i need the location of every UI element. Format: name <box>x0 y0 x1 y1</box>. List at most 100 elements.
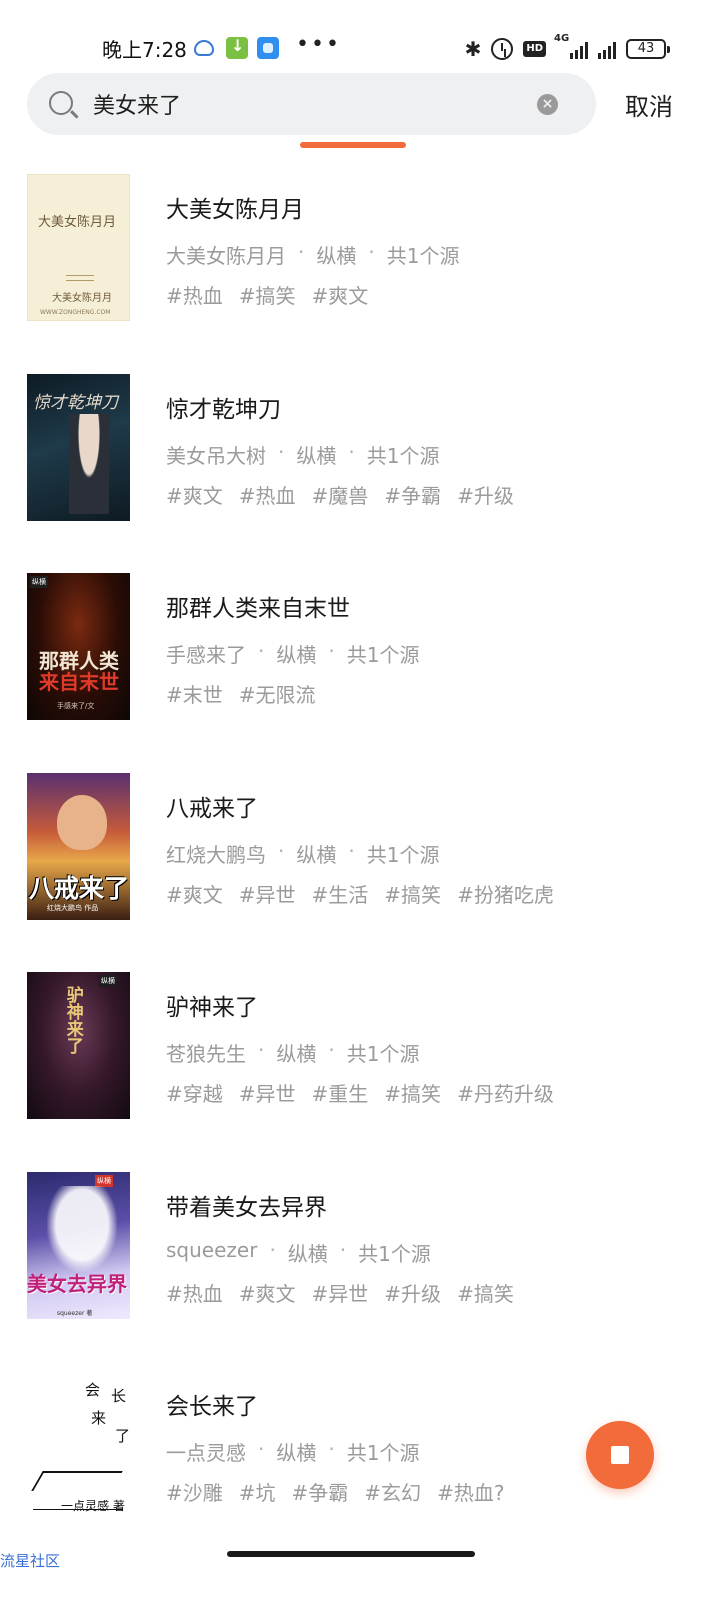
tag: #魔兽 <box>311 483 369 508</box>
book-tags: #沙雕 #坑 #争霸 #玄幻 #热血? <box>166 1477 504 1506</box>
search-box[interactable]: × <box>27 73 596 135</box>
tag: #爽文 <box>238 1281 296 1306</box>
watermark: 流星社区 <box>0 1552 61 1570</box>
cover-ornament <box>66 275 94 281</box>
tag: #热血 <box>166 1281 223 1306</box>
result-item[interactable]: 大美女陈月月 大美女陈月月 WWW.ZONGHENG.COM 大美女陈月月 大美… <box>0 172 720 372</box>
result-list: 大美女陈月月 大美女陈月月 WWW.ZONGHENG.COM 大美女陈月月 大美… <box>0 172 720 1569</box>
cover-author: 红烧大鹏鸟 作品 <box>47 903 99 912</box>
book-author: 美女吊大树 <box>166 443 266 468</box>
cloud-icon <box>194 40 214 56</box>
book-title: 驴神来了 <box>166 995 258 1021</box>
tag: #搞笑 <box>384 1082 442 1106</box>
book-cover: 惊才乾坤刀 <box>27 373 130 521</box>
result-item[interactable]: 惊才乾坤刀 惊才乾坤刀 美女吊大树 · 纵横 · 共1个源 #爽文 #热血 #魔兽 … <box>0 372 720 572</box>
tag: #升级 <box>457 483 514 508</box>
book-tags: #热血 #爽文 #异世 #升级 #搞笑 <box>166 1278 514 1307</box>
search-icon <box>49 91 73 115</box>
book-category: 纵横 <box>276 1042 317 1066</box>
tag: #爽文 <box>311 284 369 308</box>
tag: #无限流 <box>238 683 316 707</box>
book-author: 大美女陈月月 <box>166 244 286 268</box>
book-author: 手感来了 <box>166 643 246 667</box>
cover-title: 驴神来了 <box>62 986 83 1054</box>
book-cover: 纵横 那群人类 来自末世 手感来了/文 <box>27 573 130 720</box>
cover-author: 一点灵感 著 <box>61 1499 125 1513</box>
tag: #丹药升级 <box>457 1082 554 1106</box>
tag: #热血 <box>238 483 296 508</box>
result-item[interactable]: 八戒来了 红烧大鹏鸟 作品 八戒来了 红烧大鹏鸟 · 纵横 · 共1个源 #爽文 #… <box>0 771 720 971</box>
tag: #沙雕 <box>166 1481 223 1505</box>
cover-char: 长 <box>111 1387 127 1405</box>
tag: #热血? <box>437 1481 505 1505</box>
book-meta: squeezer · 纵横 · 共1个源 <box>166 1237 431 1266</box>
book-category: 纵横 <box>287 1241 328 1266</box>
result-item[interactable]: 纵横 美女去异界 squeezer 著 带着美女去异界 squeezer · 纵横… <box>0 1170 720 1370</box>
cellular-signal-2-icon <box>598 39 616 59</box>
hd-voice-icon: HD <box>523 41 546 57</box>
app-notification-icon <box>257 37 279 59</box>
battery-icon: 43 <box>626 39 670 59</box>
book-category: 纵横 <box>276 1441 317 1465</box>
book-tags: #末世 #无限流 <box>166 679 316 708</box>
book-meta: 大美女陈月月 · 纵横 · 共1个源 <box>166 240 460 268</box>
tag: #扮猪吃虎 <box>457 882 554 907</box>
cover-title: 八戒来了 <box>29 873 130 903</box>
book-author: squeezer <box>166 1237 258 1262</box>
book-tags: #热血 #搞笑 #爽文 <box>166 280 368 309</box>
cover-author: 手感来了/文 <box>57 702 95 710</box>
search-input[interactable] <box>93 73 513 135</box>
cover-figure <box>47 1185 117 1272</box>
book-author: 苍狼先生 <box>166 1042 246 1066</box>
book-cover: 八戒来了 红烧大鹏鸟 作品 <box>27 772 130 920</box>
clear-icon[interactable]: × <box>537 94 558 115</box>
cover-title: 美女去异界 <box>27 1271 127 1296</box>
tag: #玄幻 <box>364 1481 422 1505</box>
book-cover: 纵横 美女去异界 squeezer 著 <box>27 1171 130 1319</box>
tag: #升级 <box>384 1281 442 1306</box>
cover-badge: 纵横 <box>30 576 48 588</box>
book-meta: 一点灵感 · 纵横 · 共1个源 <box>166 1437 420 1465</box>
more-notifications-icon: ••• <box>296 32 341 57</box>
search-row: × 取消 <box>27 73 693 137</box>
tag: #争霸 <box>291 1481 349 1505</box>
book-sources: 共1个源 <box>346 1042 420 1066</box>
book-title: 会长来了 <box>166 1394 258 1420</box>
book-meta: 红烧大鹏鸟 · 纵横 · 共1个源 <box>166 838 440 867</box>
book-sources: 共1个源 <box>366 443 440 468</box>
cancel-button[interactable]: 取消 <box>625 87 673 122</box>
tag: #争霸 <box>384 483 442 508</box>
result-item[interactable]: 纵横 驴神来了 驴神来了 苍狼先生 · 纵横 · 共1个源 #穿越 #异世 #重生 … <box>0 970 720 1170</box>
book-sources: 共1个源 <box>346 643 420 667</box>
result-item[interactable]: 纵横 那群人类 来自末世 手感来了/文 那群人类来自末世 手感来了 · 纵横 · 共… <box>0 571 720 771</box>
book-sources: 共1个源 <box>386 244 460 268</box>
cover-char: 了 <box>115 1427 130 1445</box>
cover-title: 大美女陈月月 <box>38 215 117 230</box>
book-meta: 苍狼先生 · 纵横 · 共1个源 <box>166 1038 420 1066</box>
tag: #末世 <box>166 683 223 707</box>
book-cover: 大美女陈月月 大美女陈月月 WWW.ZONGHENG.COM <box>27 174 130 321</box>
book-sources: 共1个源 <box>346 1441 420 1465</box>
cover-author: 大美女陈月月 <box>52 293 112 304</box>
alarm-icon <box>491 38 514 60</box>
cover-char: 会 <box>85 1381 101 1399</box>
cover-badge: 纵横 <box>99 975 117 987</box>
cover-title: 惊才乾坤刀 <box>33 392 118 413</box>
book-tags: #爽文 #异世 #生活 #搞笑 #扮猪吃虎 <box>166 879 554 908</box>
home-indicator[interactable] <box>227 1551 475 1557</box>
stop-search-button[interactable] <box>586 1421 654 1489</box>
tag: #爽文 <box>166 882 223 907</box>
book-category: 纵横 <box>296 842 337 867</box>
status-bar: 晚上7:28 ••• ✱ HD 4G 43 <box>0 0 720 70</box>
tag: #搞笑 <box>384 882 442 907</box>
tag: #搞笑 <box>457 1281 514 1306</box>
status-indicators: ✱ HD 4G 43 <box>465 33 670 62</box>
book-tags: #穿越 #异世 #重生 #搞笑 #丹药升级 <box>166 1078 554 1107</box>
cover-figure <box>69 413 109 514</box>
tag: #异世 <box>311 1281 369 1306</box>
cover-baseline <box>33 1509 123 1510</box>
stop-icon <box>611 1446 629 1464</box>
cover-site: WWW.ZONGHENG.COM <box>40 309 111 316</box>
book-title: 八戒来了 <box>166 795 258 822</box>
book-cover: 纵横 驴神来了 <box>27 972 130 1119</box>
